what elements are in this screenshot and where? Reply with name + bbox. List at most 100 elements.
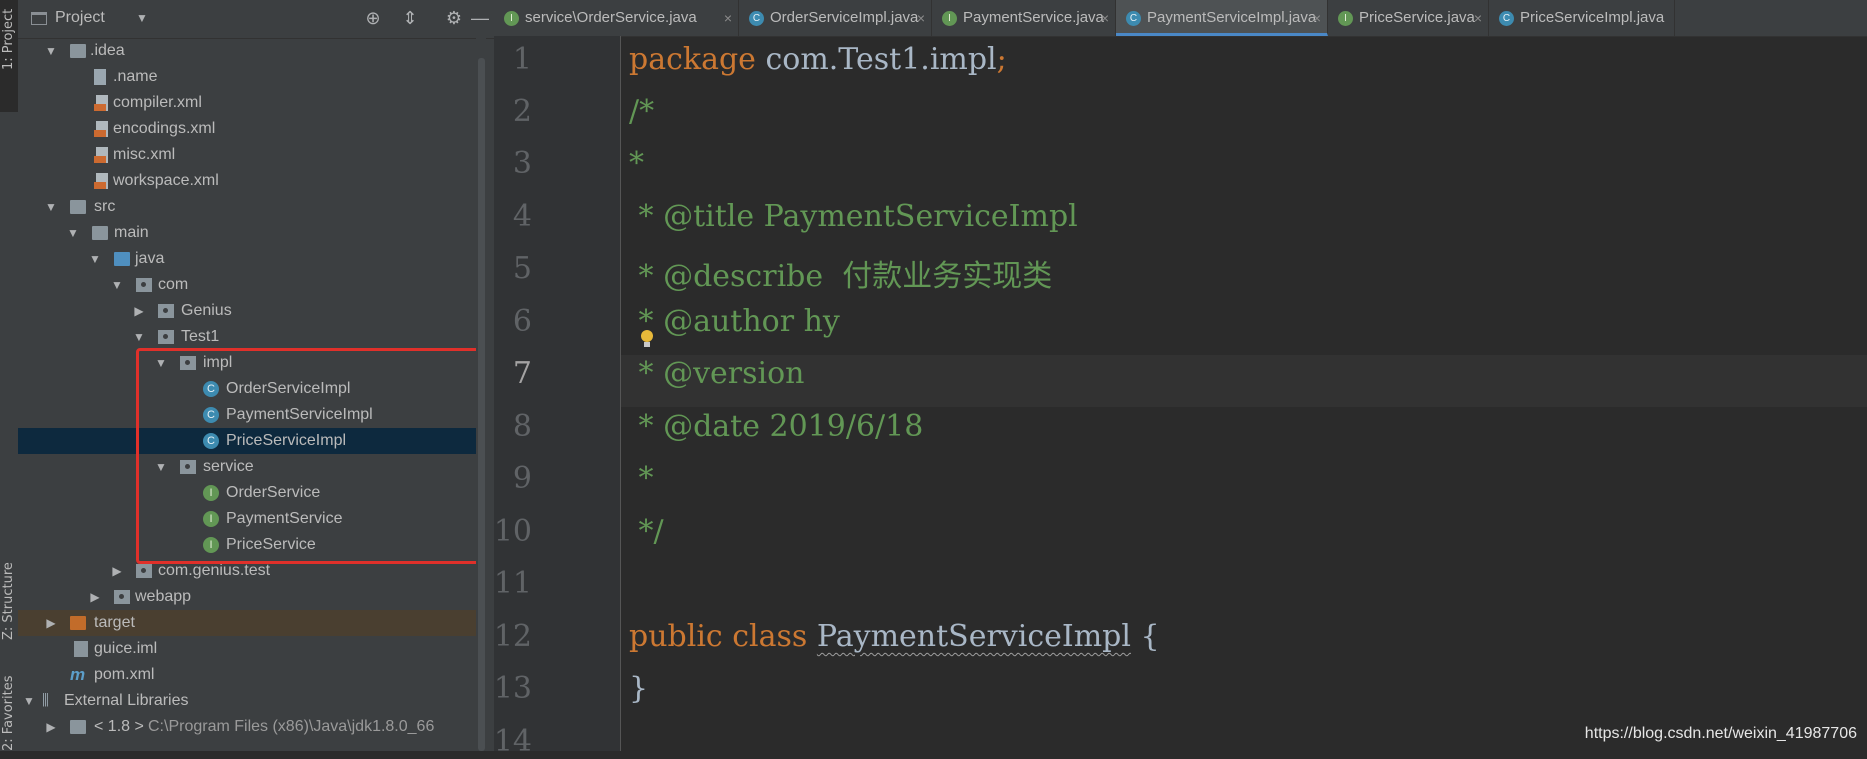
- code-line[interactable]: }: [629, 671, 648, 706]
- package-icon: [158, 330, 174, 344]
- code-line[interactable]: * @date 2019/6/18: [629, 409, 924, 444]
- chevron-down-icon[interactable]: ▼: [136, 11, 148, 25]
- tree-item-label: target: [94, 614, 135, 631]
- tab-order-service-impl[interactable]: C OrderServiceImpl.java ×: [739, 0, 932, 36]
- tree-item-label: < 1.8 >: [94, 718, 144, 735]
- libraries-icon: ⫼: [42, 692, 49, 709]
- expand-arrow-icon[interactable]: ▼: [110, 272, 124, 298]
- tree-item-encodings-xml[interactable]: encodings.xml: [18, 116, 484, 142]
- tab-label: OrderServiceImpl.java: [770, 9, 919, 26]
- expand-arrow-icon[interactable]: ▶: [110, 558, 124, 584]
- expand-arrow-icon[interactable]: ▼: [44, 38, 58, 64]
- code-area[interactable]: package com.Test1.impl; /* * * @title Pa…: [621, 36, 1867, 751]
- lightbulb-icon[interactable]: [639, 330, 655, 350]
- code-line[interactable]: * @title PaymentServiceImpl: [629, 199, 1078, 234]
- xml-file-icon: [94, 173, 108, 189]
- expand-arrow-icon[interactable]: ▶: [88, 584, 102, 610]
- expand-arrow-icon[interactable]: ▼: [44, 194, 58, 220]
- close-icon[interactable]: ×: [1101, 0, 1109, 36]
- tree-item-label: misc.xml: [113, 146, 176, 163]
- minimize-icon[interactable]: —: [470, 8, 490, 28]
- favorites-tool-label[interactable]: 2: Favorites: [0, 675, 18, 751]
- tree-item-com[interactable]: ▼ com: [18, 272, 484, 298]
- package-icon: [136, 278, 152, 292]
- code-line[interactable]: /*: [629, 94, 654, 129]
- tree-item-webapp[interactable]: ▶ webapp: [18, 584, 484, 610]
- tree-item-main[interactable]: ▼ main: [18, 220, 484, 246]
- tab-label: PriceService.java: [1359, 9, 1475, 26]
- tab-payment-service[interactable]: I PaymentService.java ×: [932, 0, 1116, 36]
- tree-item-misc-xml[interactable]: misc.xml: [18, 142, 484, 168]
- expand-arrow-icon[interactable]: ▶: [44, 610, 58, 636]
- project-panel-scrollbar[interactable]: [476, 38, 486, 751]
- expand-arrow-icon[interactable]: ▼: [132, 324, 146, 350]
- interface-icon: I: [1338, 11, 1353, 26]
- tree-item-label: java: [135, 250, 165, 267]
- tab-order-service[interactable]: I service\OrderService.java ×: [494, 0, 739, 36]
- module-file-icon: [74, 641, 88, 657]
- tree-item-name-file[interactable]: .name: [18, 64, 484, 90]
- editor: I service\OrderService.java × C OrderSer…: [493, 0, 1867, 759]
- project-panel-title[interactable]: Project: [55, 9, 105, 27]
- tree-item-external-libraries[interactable]: ▼ ⫼ External Libraries: [18, 688, 484, 714]
- line-number: 14: [493, 724, 532, 759]
- project-window-icon: [31, 12, 47, 25]
- gear-icon[interactable]: ⚙: [444, 8, 464, 28]
- collapse-icon[interactable]: ⇕: [400, 8, 420, 28]
- tree-item-test1[interactable]: ▼ Test1: [18, 324, 484, 350]
- project-tool-label[interactable]: 1: Project: [0, 0, 18, 70]
- line-number: 11: [493, 566, 532, 601]
- close-icon[interactable]: ×: [1474, 0, 1482, 36]
- line-number: 8: [512, 409, 532, 444]
- tree-item-genius[interactable]: ▶ Genius: [18, 298, 484, 324]
- tree-item-guice-iml[interactable]: guice.iml: [18, 636, 484, 662]
- expand-arrow-icon[interactable]: ▶: [44, 714, 58, 740]
- code-line[interactable]: *: [629, 146, 644, 181]
- close-icon[interactable]: ×: [724, 0, 732, 36]
- source-folder-icon: [114, 252, 130, 266]
- scrollbar-thumb[interactable]: [478, 58, 485, 751]
- expand-arrow-icon[interactable]: ▶: [132, 298, 146, 324]
- tree-item-pom-xml[interactable]: m pom.xml: [18, 662, 484, 688]
- code-line[interactable]: */: [629, 514, 664, 549]
- expand-arrow-icon[interactable]: ▼: [88, 246, 102, 272]
- tab-price-service-impl[interactable]: C PriceServiceImpl.java: [1489, 0, 1675, 36]
- tree-item-workspace-xml[interactable]: workspace.xml: [18, 168, 484, 194]
- code-line[interactable]: package com.Test1.impl;: [629, 42, 1007, 77]
- close-icon[interactable]: ×: [1313, 0, 1321, 36]
- expand-arrow-icon[interactable]: ▼: [66, 220, 80, 246]
- watermark-text: https://blog.csdn.net/weixin_41987706: [1584, 725, 1857, 742]
- tree-item-java[interactable]: ▼ java: [18, 246, 484, 272]
- web-folder-icon: [114, 590, 130, 604]
- line-number: 13: [493, 671, 532, 706]
- code-line[interactable]: *: [629, 461, 654, 496]
- tree-item-jdk[interactable]: ▶ < 1.8 > C:\Program Files (x86)\Java\jd…: [18, 714, 484, 740]
- tree-item-src[interactable]: ▼ src: [18, 194, 484, 220]
- tool-window-strip: 1: Project Z: Structure 2: Favorites: [0, 0, 19, 751]
- tab-payment-service-impl[interactable]: C PaymentServiceImpl.java ×: [1116, 0, 1328, 36]
- code-line[interactable]: * @version: [629, 356, 805, 391]
- maven-icon: m: [70, 665, 86, 684]
- jdk-path-label: C:\Program Files (x86)\Java\jdk1.8.0_66: [148, 718, 435, 735]
- code-line[interactable]: * @author hy: [629, 304, 840, 339]
- folder-icon: [70, 44, 86, 58]
- code-line[interactable]: public class PaymentServiceImpl {: [629, 619, 1160, 654]
- close-icon[interactable]: ×: [917, 0, 925, 36]
- line-number-gutter: 1 2 3 4 5 6 7 8 9 10 11 12 13 14: [493, 36, 621, 759]
- project-tool-button[interactable]: 1: Project: [0, 0, 18, 112]
- tree-item-target[interactable]: ▶ target: [18, 610, 484, 636]
- tree-item-idea[interactable]: ▼ .idea: [18, 38, 484, 64]
- line-number: 7: [512, 356, 532, 391]
- tree-item-label: src: [94, 198, 116, 215]
- target-icon[interactable]: ⊕: [363, 8, 383, 28]
- tab-price-service[interactable]: I PriceService.java ×: [1328, 0, 1489, 36]
- tree-item-label: .idea: [90, 42, 125, 59]
- class-icon: C: [749, 11, 764, 26]
- expand-arrow-icon[interactable]: ▼: [22, 688, 36, 714]
- tree-item-compiler-xml[interactable]: compiler.xml: [18, 90, 484, 116]
- structure-tool-label[interactable]: Z: Structure: [0, 540, 18, 640]
- line-number: 6: [512, 304, 532, 339]
- class-icon: C: [1126, 11, 1141, 26]
- code-line[interactable]: * @describe 付款业务实现类: [629, 251, 1053, 295]
- tree-item-label: .name: [113, 68, 158, 85]
